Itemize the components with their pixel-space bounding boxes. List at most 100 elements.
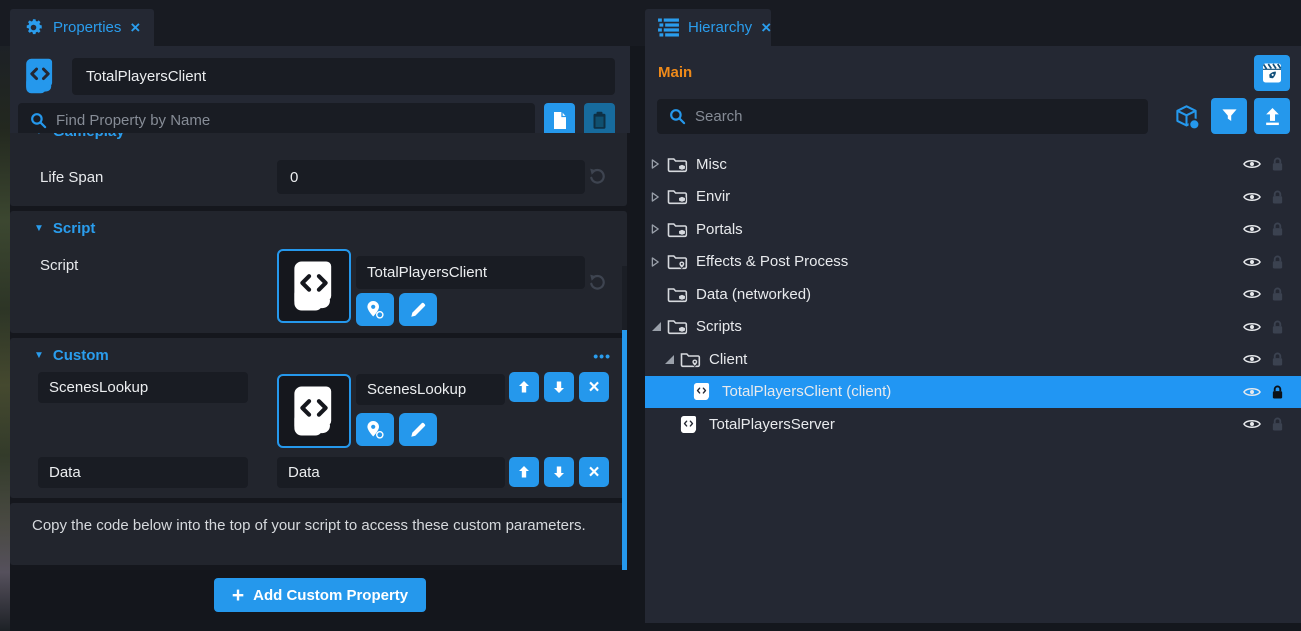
eye-icon[interactable] — [1243, 223, 1261, 235]
hierarchy-search — [657, 99, 1148, 134]
clapperboard-rocket-icon — [1260, 61, 1284, 85]
tree-row[interactable]: Envir — [645, 181, 1301, 214]
script-asset-name[interactable] — [356, 256, 585, 289]
delete-property-button[interactable]: × — [579, 457, 609, 487]
chevron-right-icon[interactable] — [651, 223, 666, 235]
section-collapse-icon[interactable]: ▼ — [34, 350, 44, 361]
eye-icon[interactable] — [1243, 256, 1261, 268]
chevron-expanded-icon[interactable] — [664, 354, 679, 365]
move-up-button[interactable] — [509, 457, 539, 487]
edit-script-button[interactable] — [399, 413, 437, 446]
eye-icon[interactable] — [1243, 288, 1261, 300]
move-down-button[interactable] — [544, 457, 574, 487]
life-span-input[interactable] — [277, 160, 585, 194]
tree-item-label: Portals — [696, 221, 743, 238]
tree-row[interactable]: Misc — [645, 148, 1301, 181]
chevron-expanded-icon[interactable] — [651, 321, 666, 332]
eye-icon[interactable] — [1243, 418, 1261, 430]
folder-cube-icon — [667, 318, 689, 335]
folder-cube-icon — [667, 286, 689, 303]
section-custom-title[interactable]: Custom — [53, 347, 109, 364]
section-script-title[interactable]: Script — [53, 220, 96, 237]
eye-icon[interactable] — [1243, 158, 1261, 170]
edit-script-button[interactable] — [399, 293, 437, 326]
close-icon[interactable]: × — [130, 19, 140, 36]
entity-cube-icon[interactable] — [1172, 102, 1201, 131]
filter-button[interactable] — [1211, 98, 1247, 134]
hierarchy-search-input[interactable] — [695, 99, 1136, 134]
properties-scroll-area: ▼ Gameplay Life Span ▼ Script Script — [10, 133, 630, 570]
eye-icon[interactable] — [1243, 386, 1261, 398]
section-script: ▼ Script Script — [10, 211, 627, 333]
custom-property-value[interactable] — [277, 457, 505, 488]
tree-row[interactable]: Portals — [645, 213, 1301, 246]
section-collapse-icon[interactable]: ▼ — [34, 133, 44, 137]
tree-row[interactable]: Client — [645, 343, 1301, 376]
scrollbar-thumb[interactable] — [622, 330, 627, 570]
tree-row[interactable]: Data (networked) — [645, 278, 1301, 311]
object-name-input[interactable] — [72, 58, 615, 95]
gear-icon — [23, 17, 44, 38]
folder-cube-icon — [667, 221, 689, 238]
custom-property-value[interactable] — [356, 374, 505, 405]
export-button[interactable] — [1254, 98, 1290, 134]
lock-icon[interactable] — [1271, 351, 1284, 367]
locate-script-button[interactable] — [356, 293, 394, 326]
tree-row[interactable]: Scripts — [645, 311, 1301, 344]
section-gameplay: ▼ Gameplay Life Span — [10, 133, 627, 206]
hierarchy-tree: Misc Envir Portals Effe — [645, 148, 1301, 441]
delete-property-button[interactable]: × — [579, 372, 609, 402]
script-icon — [287, 384, 341, 438]
script-property-label: Script — [40, 257, 78, 274]
lock-icon[interactable] — [1271, 189, 1284, 205]
eye-icon[interactable] — [1243, 191, 1261, 203]
lock-icon[interactable] — [1271, 384, 1284, 400]
paste-icon — [592, 111, 607, 130]
chevron-right-icon[interactable] — [651, 256, 666, 268]
reset-icon[interactable] — [588, 167, 607, 186]
lock-icon[interactable] — [1271, 156, 1284, 172]
tree-row[interactable]: Effects & Post Process — [645, 246, 1301, 279]
tree-item-label: Envir — [696, 188, 730, 205]
plus-icon: + — [232, 585, 244, 606]
pencil-icon — [409, 421, 427, 439]
script-asset-thumbnail[interactable] — [277, 374, 351, 448]
add-custom-property-label: Add Custom Property — [253, 587, 408, 604]
lock-icon[interactable] — [1271, 416, 1284, 432]
script-asset-thumbnail[interactable] — [277, 249, 351, 323]
tree-item-label: Client — [709, 351, 747, 368]
section-gameplay-title[interactable]: Gameplay — [53, 133, 125, 140]
tab-hierarchy-label: Hierarchy — [688, 19, 752, 36]
hierarchy-body: Main Misc — [645, 46, 1301, 623]
chevron-right-icon[interactable] — [651, 158, 666, 170]
lock-icon[interactable] — [1271, 221, 1284, 237]
tab-hierarchy[interactable]: Hierarchy × — [645, 9, 771, 46]
close-icon[interactable]: × — [761, 19, 771, 36]
pin-search-icon — [365, 420, 385, 440]
move-up-button[interactable] — [509, 372, 539, 402]
move-down-button[interactable] — [544, 372, 574, 402]
folder-cube-icon — [667, 156, 689, 173]
arrow-down-icon — [553, 380, 565, 394]
script-type-icon — [18, 55, 62, 97]
tree-item-label: Scripts — [696, 318, 742, 335]
custom-menu-icon[interactable]: ••• — [593, 348, 611, 364]
locate-script-button[interactable] — [356, 413, 394, 446]
publish-scene-button[interactable] — [1254, 55, 1290, 91]
lock-icon[interactable] — [1271, 319, 1284, 335]
lock-icon[interactable] — [1271, 286, 1284, 302]
tree-row[interactable]: TotalPlayersServer — [645, 408, 1301, 441]
chevron-right-icon[interactable] — [651, 191, 666, 203]
custom-property-name-input[interactable] — [38, 457, 248, 488]
eye-icon[interactable] — [1243, 353, 1261, 365]
tree-row-selected[interactable]: TotalPlayersClient (client) — [645, 376, 1301, 409]
custom-property-name-input[interactable] — [38, 372, 248, 403]
section-collapse-icon[interactable]: ▼ — [34, 223, 44, 234]
reset-icon[interactable] — [588, 273, 607, 292]
lock-icon[interactable] — [1271, 254, 1284, 270]
tab-properties[interactable]: Properties × — [10, 9, 154, 46]
folder-cube-icon — [667, 188, 689, 205]
eye-icon[interactable] — [1243, 321, 1261, 333]
upload-icon — [1263, 107, 1282, 126]
add-custom-property-button[interactable]: + Add Custom Property — [214, 578, 426, 612]
